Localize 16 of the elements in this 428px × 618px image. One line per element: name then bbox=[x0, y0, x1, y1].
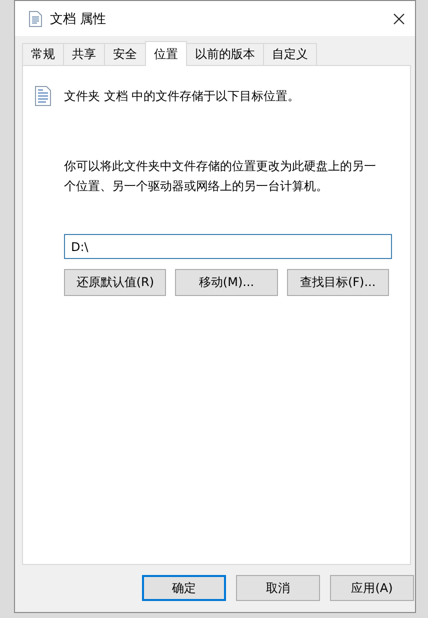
action-button[interactable]: 查找目标(F)... bbox=[286, 269, 389, 296]
tab[interactable]: 自定义 bbox=[263, 43, 317, 65]
dialog-button[interactable]: 确定 bbox=[142, 575, 226, 601]
dialog-button[interactable]: 应用(A) bbox=[330, 575, 414, 601]
dialog-button[interactable]: 取消 bbox=[236, 575, 320, 601]
document-icon bbox=[29, 10, 42, 26]
tab[interactable]: 位置 bbox=[145, 41, 187, 66]
close-icon[interactable] bbox=[393, 12, 405, 24]
action-button[interactable]: 移动(M)... bbox=[175, 269, 278, 296]
path-field[interactable]: D:\ bbox=[64, 234, 392, 259]
tab[interactable]: 常规 bbox=[22, 43, 64, 65]
window-title: 文档 属性 bbox=[50, 10, 108, 28]
action-button[interactable]: 还原默认值(R) bbox=[64, 269, 166, 296]
description-text: 文件夹 文档 中的文件存储于以下目标位置。 bbox=[64, 88, 300, 104]
hint-text: 你可以将此文件夹中文件存储的位置更改为此硬盘上的另一个位置、另一个驱动器或网络上的另一台计算机。 bbox=[64, 158, 377, 195]
document-icon bbox=[35, 86, 51, 106]
